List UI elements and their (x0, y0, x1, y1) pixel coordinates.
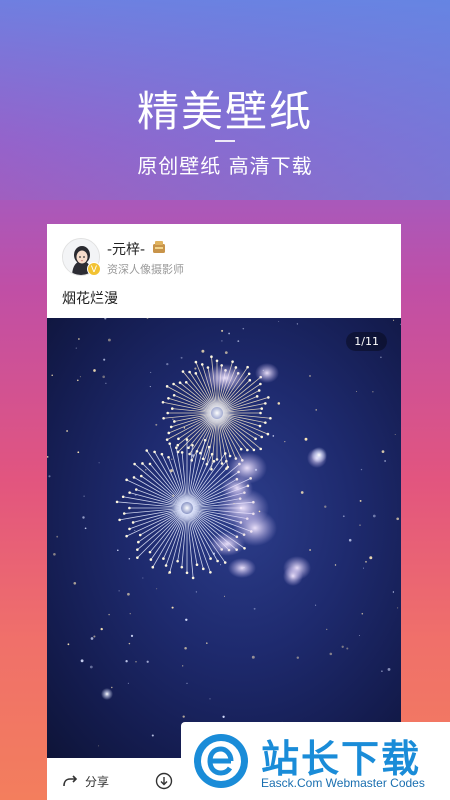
site-watermark: 站长下载 Easck.Com Webmaster Codes (181, 722, 450, 800)
watermark-title: 站长下载 (261, 737, 422, 781)
share-label: 分享 (85, 774, 110, 789)
page-indicator: 1/11 (346, 332, 387, 351)
site-logo-icon (194, 734, 248, 788)
watermark-subtitle: Easck.Com Webmaster Codes (261, 776, 425, 790)
fireworks-illustration (47, 318, 401, 755)
post-caption: 烟花烂漫 (62, 291, 118, 307)
hero-title: 精美壁纸 (136, 87, 313, 136)
fireworks-photo[interactable]: 1/11 (47, 318, 401, 758)
share-icon (63, 775, 78, 787)
post-card[interactable]: V -元梓- 资深人像摄影师 烟花烂漫 1/11 分享 (47, 224, 401, 800)
share-button[interactable]: 分享 (61, 772, 109, 790)
level-icon (153, 241, 165, 253)
verified-icon: V (87, 262, 101, 276)
user-title: 资深人像摄影师 (107, 263, 184, 276)
hero-subtitle: 原创壁纸 高清下载 (137, 154, 313, 178)
username[interactable]: -元梓- (107, 239, 145, 259)
download-icon[interactable] (155, 772, 173, 790)
hero-divider (215, 140, 235, 142)
